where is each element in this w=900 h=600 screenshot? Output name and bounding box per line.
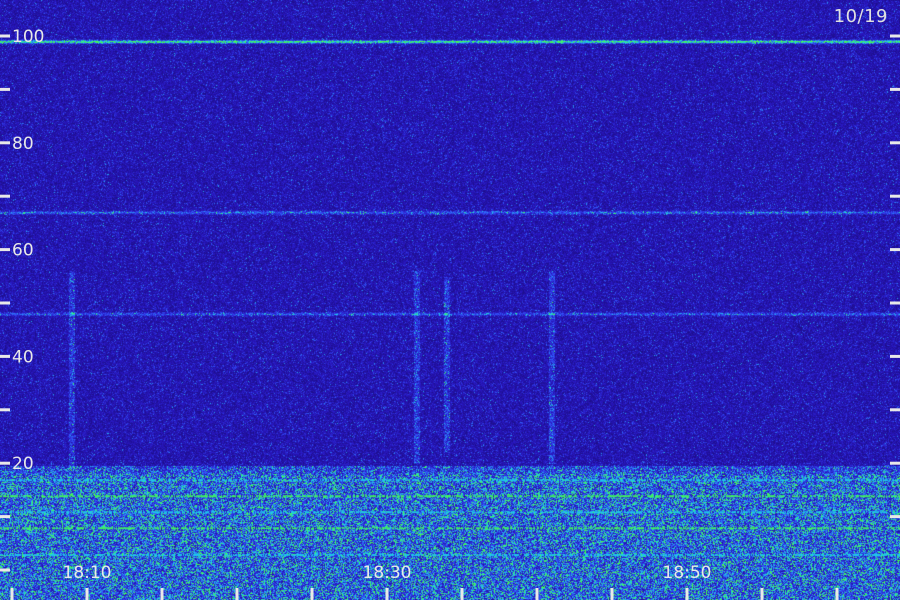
y-tick-label: 80: [12, 134, 34, 154]
y-tick-label: 100: [12, 27, 44, 47]
x-axis: 18:10 18:30 18:50: [10, 563, 839, 600]
x-tick-label: 18:30: [363, 563, 412, 583]
date-label: 10/19: [833, 6, 888, 27]
y-axis: 20 40 60 80 100: [0, 27, 900, 572]
spectrogram-chart: 20 40 60 80 100 18:10 18:30 18:50 10/19: [0, 0, 900, 600]
axis-overlay: 20 40 60 80 100 18:10 18:30 18:50: [0, 27, 900, 600]
x-tick-label: 18:50: [663, 563, 712, 583]
y-tick-label: 60: [12, 241, 34, 261]
y-tick-label: 40: [12, 347, 34, 367]
y-tick-label: 20: [12, 454, 34, 474]
x-tick-label: 18:10: [63, 563, 112, 583]
